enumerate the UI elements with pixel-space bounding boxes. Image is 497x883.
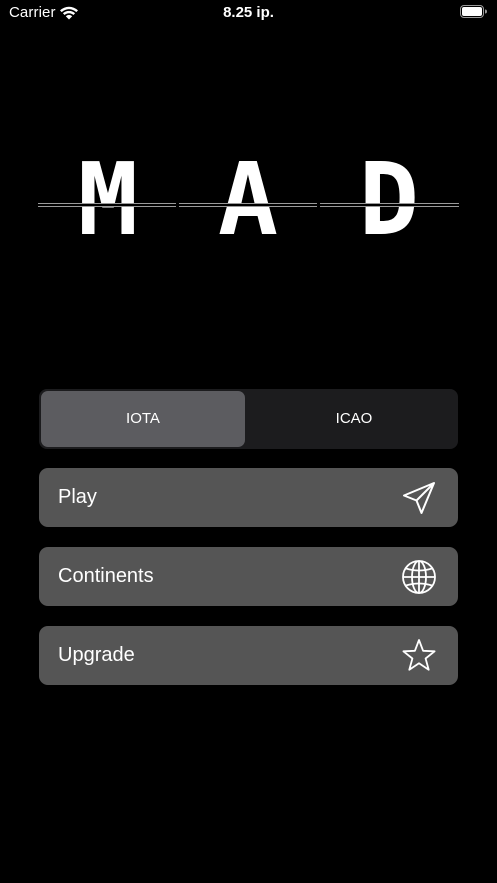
upgrade-button-label: Upgrade bbox=[58, 644, 135, 666]
battery-icon bbox=[460, 5, 487, 18]
app-logo: M A D bbox=[38, 150, 459, 250]
continents-button-label: Continents bbox=[58, 565, 154, 587]
clock: 8.25 ip. bbox=[223, 4, 274, 21]
continents-button[interactable]: Continents bbox=[39, 547, 458, 606]
segment-iota[interactable]: IOTA bbox=[41, 391, 245, 447]
logo-letter-3: D bbox=[358, 141, 420, 258]
upgrade-button[interactable]: Upgrade bbox=[39, 626, 458, 685]
logo-letter-1: M bbox=[77, 141, 139, 258]
globe-icon bbox=[402, 560, 436, 594]
logo-letter-2: A bbox=[217, 141, 279, 258]
logo-split-line-top bbox=[38, 203, 459, 204]
code-type-segmented-control: IOTA ICAO bbox=[39, 389, 458, 449]
play-button[interactable]: Play bbox=[39, 468, 458, 527]
segment-icao[interactable]: ICAO bbox=[252, 391, 456, 447]
logo-divider-1 bbox=[176, 200, 179, 210]
logo-split-line-bottom bbox=[38, 206, 459, 207]
star-icon bbox=[402, 639, 436, 671]
play-button-label: Play bbox=[58, 486, 97, 508]
paper-plane-icon bbox=[403, 482, 435, 514]
status-bar: Carrier 8.25 ip. bbox=[0, 0, 497, 26]
logo-divider-2 bbox=[317, 200, 320, 210]
